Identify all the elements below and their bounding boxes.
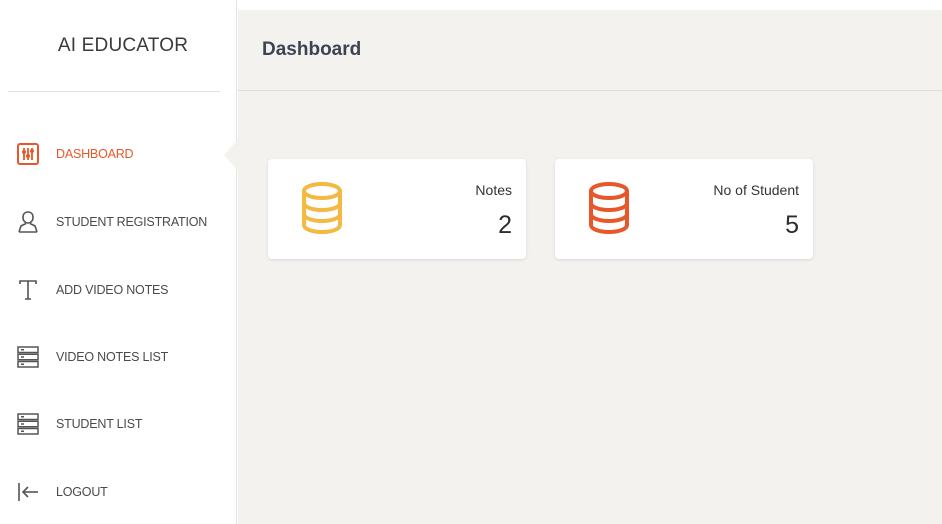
brand-title: AI EDUCATOR <box>57 34 189 56</box>
sidebar-item-student-registration[interactable]: STUDENT REGISTRATION <box>0 202 236 242</box>
sidebar-item-label: STUDENT LIST <box>56 417 143 431</box>
stat-card-students[interactable]: No of Student 5 <box>555 159 813 259</box>
card-label: No of Student <box>713 182 799 198</box>
top-bar: Dashboard <box>238 10 942 91</box>
sidebar-item-label: STUDENT REGISTRATION <box>56 215 208 229</box>
sidebar-item-label: ADD VIDEO NOTES <box>56 283 169 297</box>
sidebar-item-dashboard[interactable]: DASHBOARD <box>0 134 236 174</box>
page-title: Dashboard <box>262 39 362 60</box>
sidebar-item-logout[interactable]: LOGOUT <box>0 472 236 512</box>
brand: AI EDUCATOR <box>8 0 220 92</box>
list-icon <box>0 404 56 444</box>
database-icon <box>587 181 631 237</box>
active-indicator <box>224 139 238 171</box>
text-icon <box>0 270 56 310</box>
card-value: 2 <box>498 211 512 239</box>
main-content: Dashboard Notes 2 No of Student 5 <box>238 10 942 524</box>
sidebar-item-label: VIDEO NOTES LIST <box>56 350 169 364</box>
card-label: Notes <box>475 182 512 198</box>
sidebar-item-label: DASHBOARD <box>56 147 134 161</box>
sidebar-item-video-notes-list[interactable]: VIDEO NOTES LIST <box>0 337 236 377</box>
sliders-icon <box>0 134 56 174</box>
logout-icon <box>0 472 56 512</box>
sidebar: AI EDUCATOR DASHBOARD STUDENT REGISTRATI… <box>0 0 237 524</box>
card-value: 5 <box>785 211 799 239</box>
user-icon <box>0 202 56 242</box>
database-icon <box>300 181 344 237</box>
sidebar-item-add-video-notes[interactable]: ADD VIDEO NOTES <box>0 270 236 310</box>
sidebar-item-student-list[interactable]: STUDENT LIST <box>0 404 236 444</box>
sidebar-item-label: LOGOUT <box>56 485 108 499</box>
list-icon <box>0 337 56 377</box>
stat-card-notes[interactable]: Notes 2 <box>268 159 526 259</box>
